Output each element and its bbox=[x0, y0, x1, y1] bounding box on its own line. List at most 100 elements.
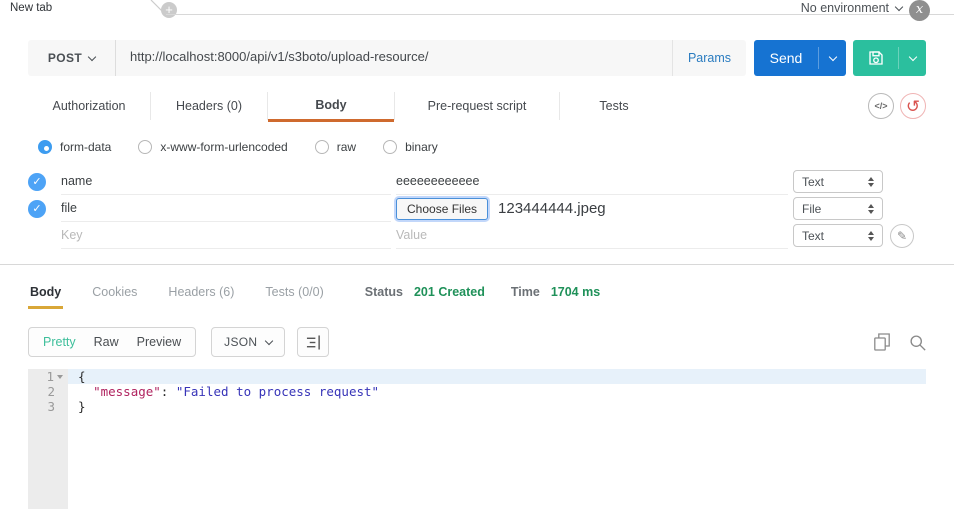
response-meta: Status 201 Created Time 1704 ms bbox=[365, 285, 626, 299]
type-select[interactable]: File bbox=[793, 197, 883, 220]
radio-selected-icon[interactable] bbox=[38, 140, 52, 154]
code-text: } bbox=[78, 399, 86, 414]
mode-label: raw bbox=[336, 140, 357, 154]
x-eye-icon: x bbox=[915, 2, 924, 17]
selected-filename: 123444444.jpeg bbox=[498, 200, 606, 217]
mode-label: x-www-form-urlencoded bbox=[160, 140, 288, 154]
key-input[interactable]: file bbox=[61, 195, 391, 222]
value-input[interactable]: Value bbox=[396, 222, 788, 249]
line-number: 2 bbox=[47, 384, 55, 399]
file-value-cell: Choose Files 123444444.jpeg bbox=[396, 195, 788, 222]
mode-raw[interactable]: raw bbox=[314, 140, 357, 154]
app-tab-bar: New tab + No environment x bbox=[0, 0, 954, 21]
mode-binary[interactable]: binary bbox=[383, 140, 438, 154]
url-box: POST http://localhost:8000/api/v1/s3boto… bbox=[28, 40, 746, 76]
type-select[interactable]: Text bbox=[793, 224, 883, 247]
tab-pre-request-script[interactable]: Pre-request script bbox=[395, 90, 559, 122]
key-input[interactable]: name bbox=[61, 168, 391, 195]
type-value: Text bbox=[802, 174, 825, 189]
response-tab-headers[interactable]: Headers (6) bbox=[166, 285, 236, 306]
restore-icon: ↺ bbox=[905, 96, 921, 116]
response-tab-body[interactable]: Body bbox=[28, 285, 64, 309]
pencil-icon: ✎ bbox=[896, 228, 908, 243]
fold-caret-icon[interactable] bbox=[57, 374, 63, 379]
value-input[interactable]: eeeeeeeeeeee bbox=[396, 168, 788, 195]
align-right-icon bbox=[306, 334, 320, 350]
send-options-button[interactable] bbox=[819, 40, 846, 76]
format-select[interactable]: JSON bbox=[211, 327, 286, 357]
radio-icon[interactable] bbox=[138, 140, 153, 154]
tab-body[interactable]: Body bbox=[268, 90, 394, 122]
send-label[interactable]: Send bbox=[754, 40, 818, 76]
response-tab-cookies[interactable]: Cookies bbox=[90, 285, 139, 306]
request-url-row: POST http://localhost:8000/api/v1/s3boto… bbox=[28, 40, 926, 76]
mode-form-data[interactable]: form-data bbox=[38, 140, 111, 154]
tab-headers[interactable]: Headers (0) bbox=[151, 90, 267, 122]
environment-quick-look-button[interactable]: x bbox=[909, 0, 930, 21]
bulk-edit-button[interactable]: ✎ bbox=[890, 223, 914, 248]
editor-line: 3 } bbox=[28, 399, 926, 414]
row-enabled-checkbox[interactable]: ✓ bbox=[28, 199, 46, 218]
floppy-disk-icon[interactable] bbox=[853, 40, 898, 76]
time-value: 1704 ms bbox=[550, 285, 601, 299]
type-value: Text bbox=[802, 228, 825, 243]
response-body-editor[interactable]: 1 { 2 "message": "Failed to process requ… bbox=[28, 369, 926, 509]
table-row: ✓ file Choose Files 123444444.jpeg File bbox=[28, 195, 926, 222]
environment-selector[interactable]: No environment bbox=[800, 1, 904, 15]
check-icon: ✓ bbox=[32, 175, 42, 188]
radio-icon[interactable] bbox=[314, 140, 329, 154]
generate-code-button[interactable]: </> bbox=[868, 93, 894, 119]
wrap-lines-button[interactable] bbox=[297, 327, 330, 357]
view-raw[interactable]: Raw bbox=[85, 335, 128, 349]
choose-files-button[interactable]: Choose Files bbox=[396, 197, 489, 220]
params-button[interactable]: Params bbox=[672, 40, 746, 76]
editor-line: 2 "message": "Failed to process request" bbox=[28, 384, 926, 399]
status-value: 201 Created bbox=[413, 285, 485, 299]
url-input[interactable]: http://localhost:8000/api/v1/s3boto/uplo… bbox=[116, 40, 672, 76]
chevron-down-icon bbox=[265, 336, 274, 345]
save-button[interactable] bbox=[853, 40, 926, 76]
line-number: 3 bbox=[47, 399, 55, 414]
form-data-table: ✓ name eeeeeeeeeeee Text ✓ file Choose F… bbox=[28, 168, 926, 249]
view-preview[interactable]: Preview bbox=[128, 335, 190, 349]
request-tab-title[interactable]: New tab bbox=[10, 2, 52, 14]
select-arrows-icon bbox=[868, 230, 874, 241]
method-selector[interactable]: POST bbox=[28, 40, 116, 76]
format-value: JSON bbox=[224, 335, 258, 349]
environment-label: No environment bbox=[800, 1, 889, 15]
chevron-down-icon bbox=[894, 2, 904, 11]
time-label: Time bbox=[510, 285, 540, 299]
search-icon[interactable] bbox=[909, 334, 926, 351]
select-arrows-icon bbox=[868, 176, 874, 187]
view-mode-group: Pretty Raw Preview bbox=[28, 327, 197, 357]
reset-button[interactable]: ↺ bbox=[900, 93, 926, 119]
chevron-down-icon bbox=[828, 52, 837, 61]
radio-icon[interactable] bbox=[383, 140, 398, 154]
json-key: "message" bbox=[93, 384, 161, 399]
chevron-down-icon bbox=[87, 52, 97, 61]
json-value: "Failed to process request" bbox=[175, 384, 380, 399]
new-tab-button[interactable]: + bbox=[161, 2, 177, 18]
code-text: { bbox=[68, 369, 926, 384]
view-pretty[interactable]: Pretty bbox=[34, 335, 85, 349]
request-tabs: Authorization Headers (0) Body Pre-reque… bbox=[28, 90, 926, 122]
editor-line: 1 { bbox=[28, 369, 926, 384]
chevron-down-icon bbox=[908, 52, 917, 61]
response-tab-tests[interactable]: Tests (0/0) bbox=[263, 285, 325, 306]
save-options-button[interactable] bbox=[899, 40, 926, 76]
request-response-divider bbox=[0, 264, 954, 265]
code-icon: </> bbox=[874, 101, 888, 111]
mode-label: form-data bbox=[60, 140, 112, 154]
mode-x-www-form-urlencoded[interactable]: x-www-form-urlencoded bbox=[138, 140, 288, 154]
key-input[interactable]: Key bbox=[61, 222, 391, 249]
body-mode-options: form-data x-www-form-urlencoded raw bina… bbox=[38, 139, 926, 155]
tab-tests[interactable]: Tests bbox=[560, 90, 668, 122]
table-row: ✓ name eeeeeeeeeeee Text bbox=[28, 168, 926, 195]
type-select[interactable]: Text bbox=[793, 170, 883, 193]
send-button[interactable]: Send bbox=[754, 40, 846, 76]
response-tabs: Body Cookies Headers (6) Tests (0/0) Sta… bbox=[28, 285, 926, 311]
status-label: Status bbox=[364, 285, 403, 299]
row-enabled-checkbox[interactable]: ✓ bbox=[28, 172, 46, 191]
tab-authorization[interactable]: Authorization bbox=[28, 90, 150, 122]
copy-icon[interactable] bbox=[874, 333, 890, 351]
